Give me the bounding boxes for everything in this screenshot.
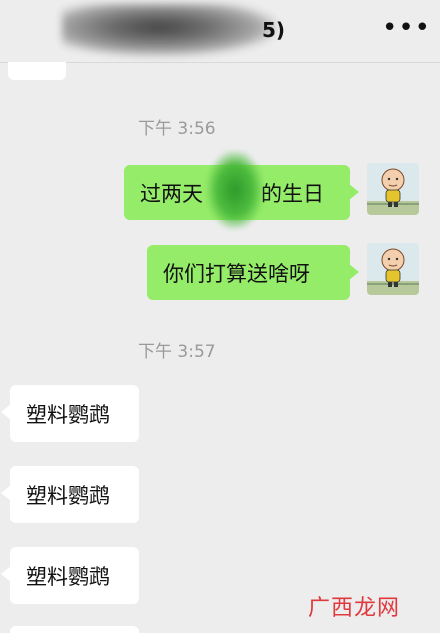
partial-message-bubble (10, 626, 139, 633)
partial-message-bubble (8, 62, 66, 80)
watermark-logo: 广西龙网 (308, 596, 401, 621)
my-avatar[interactable] (367, 243, 419, 295)
more-options-icon[interactable]: ••• (382, 14, 430, 46)
message-text: 塑料鹦鹉 (26, 402, 110, 427)
redacted-title (62, 4, 277, 56)
redaction-scribble (207, 151, 263, 229)
other-message-bubble[interactable]: 塑料鹦鹉 (1, 547, 139, 604)
message-text-part: 的生日 (261, 181, 324, 206)
timestamp: 下午 3:56 (138, 119, 216, 139)
my-message-bubble[interactable]: 你们打算送啥呀 (147, 245, 359, 300)
other-message-bubble[interactable]: 塑料鹦鹉 (1, 385, 139, 442)
message-text: 塑料鹦鹉 (26, 483, 110, 508)
message-text: 塑料鹦鹉 (26, 564, 110, 589)
message-text: 你们打算送啥呀 (163, 261, 310, 286)
my-avatar[interactable] (367, 163, 419, 215)
chat-title-tail: 5) (262, 18, 286, 42)
my-message-bubble[interactable]: 过两天 的生日 (124, 151, 359, 229)
timestamp: 下午 3:57 (138, 342, 216, 362)
other-message-bubble[interactable]: 塑料鹦鹉 (1, 466, 139, 523)
message-text-part: 过两天 (140, 181, 203, 206)
chat-header: 5) ••• (0, 0, 440, 63)
